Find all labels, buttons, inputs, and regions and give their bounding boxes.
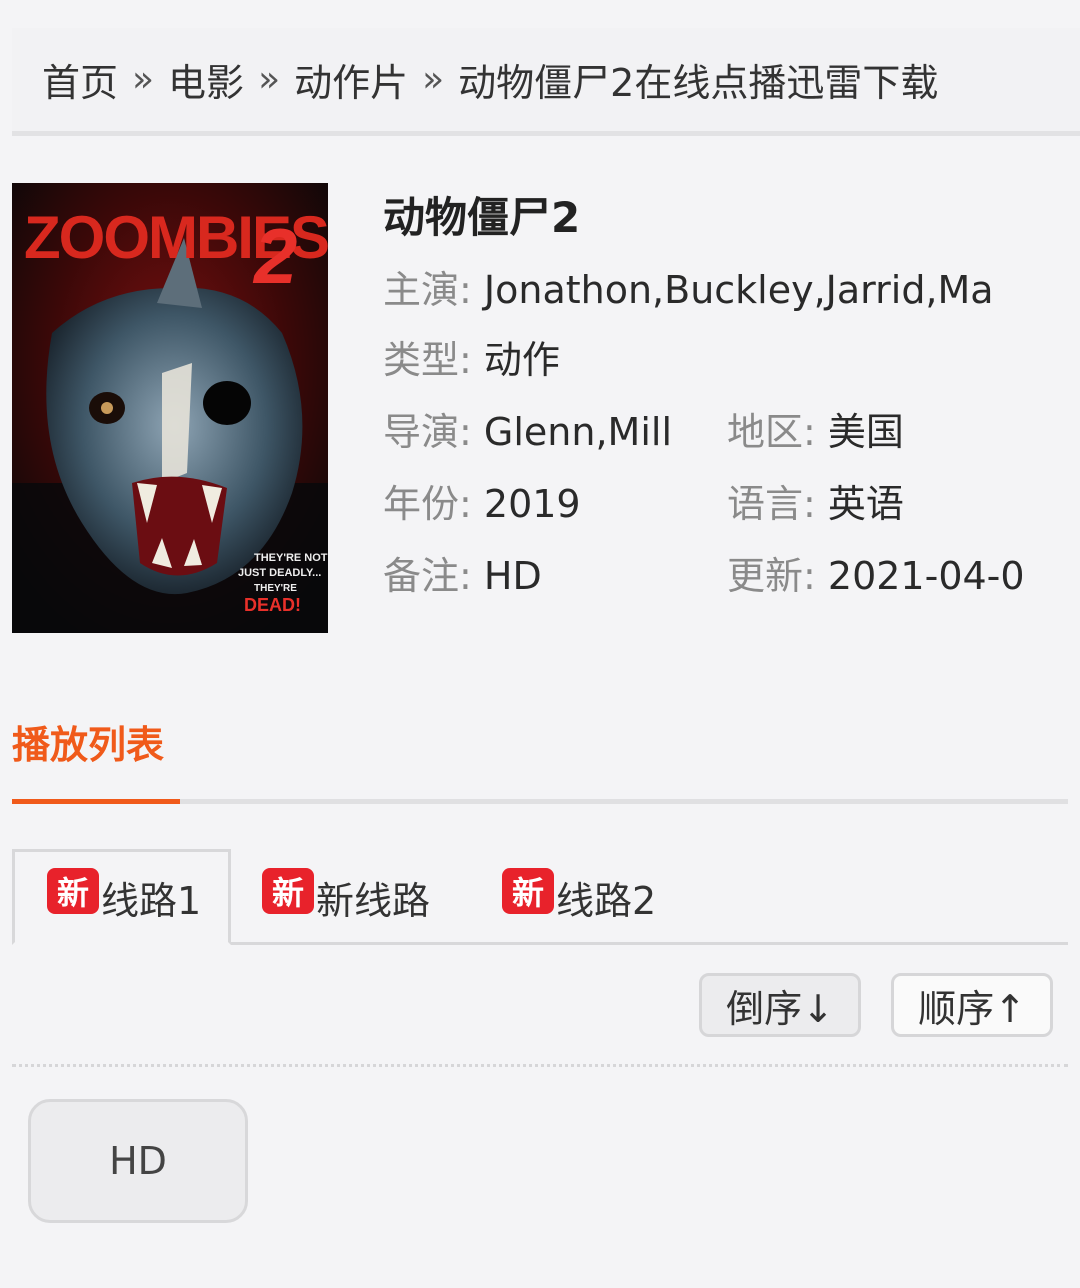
- breadcrumb-movies-link[interactable]: 电影: [168, 52, 244, 107]
- poster-number-text: 2: [252, 212, 297, 300]
- episode-button-hd[interactable]: HD: [28, 1099, 248, 1223]
- breadcrumb-separator: »: [422, 59, 445, 100]
- updated-value: 2021-04-0: [827, 554, 1025, 598]
- tab-line-1[interactable]: 新 线路1: [12, 849, 231, 945]
- tab-new-line[interactable]: 新 新线路: [230, 849, 470, 945]
- movie-info: 动物僵尸2 主演: Jonathon,Buckley,Jarrid,Ma 类型:…: [383, 186, 1080, 598]
- region-row: 地区: 美国: [727, 402, 904, 462]
- poster-artwork: ZOOMBIES 2 THEY'RE NOT JUST DEADLY... TH…: [12, 183, 328, 633]
- playlist-heading: 播放列表: [12, 723, 165, 767]
- poster-tagline-1: THEY'RE NOT: [254, 552, 328, 564]
- note-value: HD: [483, 554, 542, 598]
- genre-label: 类型:: [383, 338, 472, 382]
- director-value: Glenn,Mill: [483, 410, 672, 454]
- tab-line-1-label: 线路1: [101, 878, 202, 923]
- poster-tagline-4: DEAD!: [244, 595, 301, 615]
- breadcrumb-home-link[interactable]: 首页: [42, 52, 118, 107]
- movie-title: 动物僵尸2: [383, 193, 581, 242]
- note-row: 备注: HD: [383, 546, 542, 606]
- language-value: 英语: [827, 482, 904, 526]
- tab-line-2-label: 线路2: [556, 878, 657, 923]
- poster-tagline-2: JUST DEADLY...: [238, 567, 321, 579]
- region-value: 美国: [827, 410, 904, 454]
- breadcrumb: 首页 » 电影 » 动作片 » 动物僵尸2在线点播迅雷下载: [12, 28, 1080, 136]
- updated-row: 更新: 2021-04-0: [727, 546, 1025, 606]
- new-badge-icon: 新: [47, 868, 99, 914]
- new-badge-icon: 新: [502, 868, 554, 914]
- director-row: 导演: Glenn,Mill: [383, 402, 672, 462]
- tab-new-line-label: 新线路: [316, 878, 431, 923]
- starring-label: 主演:: [383, 268, 472, 312]
- updated-label: 更新:: [727, 554, 816, 598]
- line-tabs: 新 线路1 新 新线路 新 线路2: [12, 849, 1068, 945]
- year-row: 年份: 2019: [383, 474, 581, 534]
- playlist-header: 播放列表: [12, 700, 1068, 804]
- poster-tagline-3: THEY'RE: [254, 583, 297, 594]
- starring-row: 主演: Jonathon,Buckley,Jarrid,Ma: [383, 260, 994, 320]
- starring-value: Jonathon,Buckley,Jarrid,Ma: [483, 268, 994, 312]
- genre-value: 动作: [483, 338, 560, 382]
- breadcrumb-separator: »: [258, 59, 281, 100]
- breadcrumb-current: 动物僵尸2在线点播迅雷下载: [458, 61, 939, 105]
- sort-desc-button[interactable]: 倒序↓: [699, 973, 861, 1037]
- year-value: 2019: [483, 482, 581, 526]
- region-label: 地区:: [727, 410, 816, 454]
- genre-row: 类型: 动作: [383, 330, 560, 390]
- divider: [12, 1064, 1068, 1067]
- director-label: 导演:: [383, 410, 472, 454]
- playlist-heading-underline: [12, 799, 180, 804]
- breadcrumb-action-link[interactable]: 动作片: [294, 52, 408, 107]
- new-badge-icon: 新: [262, 868, 314, 914]
- sort-asc-button[interactable]: 顺序↑: [891, 973, 1053, 1037]
- language-label: 语言:: [727, 482, 816, 526]
- tab-line-2[interactable]: 新 线路2: [470, 849, 690, 945]
- year-label: 年份:: [383, 482, 472, 526]
- movie-poster[interactable]: ZOOMBIES 2 THEY'RE NOT JUST DEADLY... TH…: [12, 183, 328, 633]
- note-label: 备注:: [383, 554, 472, 598]
- breadcrumb-separator: »: [132, 59, 155, 100]
- language-row: 语言: 英语: [727, 474, 904, 534]
